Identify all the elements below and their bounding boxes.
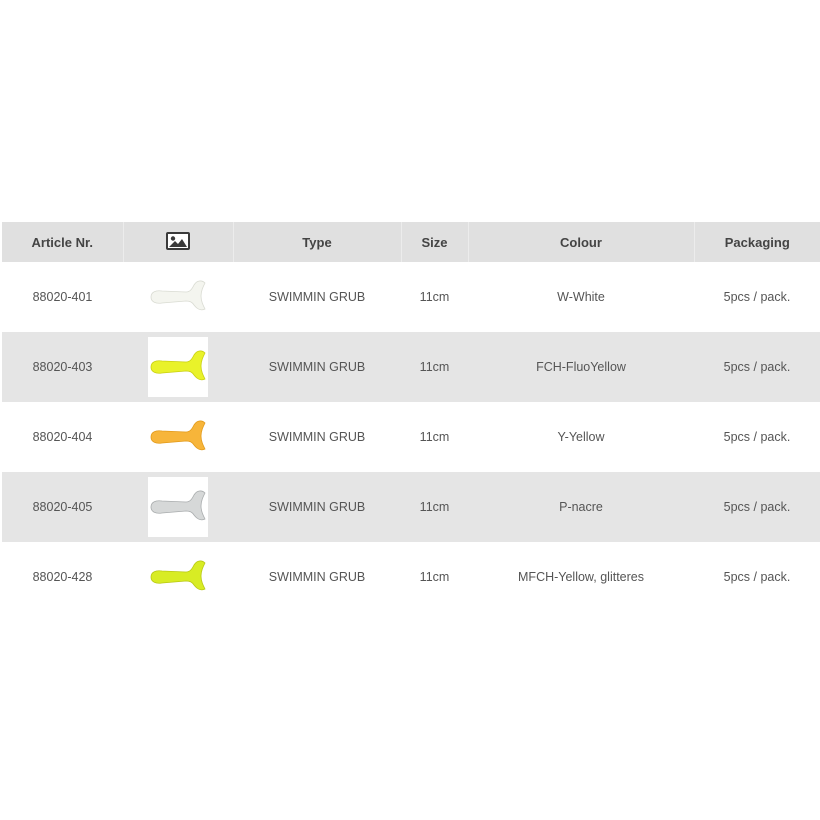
header-type[interactable]: Type [233, 222, 402, 262]
thumbnail-cell [123, 262, 233, 332]
header-colour[interactable]: Colour [468, 222, 695, 262]
header-article[interactable]: Article Nr. [2, 222, 124, 262]
product-packaging: 5pcs / pack. [723, 570, 791, 584]
table-row[interactable]: 88020-403 SWIMMIN GRUB 11cm FCH-FluoYell… [2, 332, 820, 402]
table-row[interactable]: 88020-404 SWIMMIN GRUB 11cm Y-Yellow 5pc… [2, 402, 820, 472]
product-packaging: 5pcs / pack. [723, 430, 791, 444]
product-size: 11cm [419, 290, 450, 304]
product-size: 11cm [401, 472, 468, 542]
product-packaging: 5pcs / pack. [723, 290, 791, 304]
lure-body [150, 350, 206, 381]
product-size: 11cm [419, 570, 450, 584]
product-colour: W-White [557, 290, 605, 304]
thumbnail-cell [123, 542, 233, 612]
lure-icon [150, 350, 206, 381]
product-colour: P-nacre [468, 472, 694, 542]
table-row[interactable]: 88020-428 SWIMMIN GRUB 11cm MFCH-Yellow,… [2, 542, 820, 612]
product-colour: Y-Yellow [557, 430, 605, 444]
lure-icon [150, 420, 206, 451]
lure-body [150, 490, 206, 521]
product-type: SWIMMIN GRUB [268, 290, 366, 304]
product-size: 11cm [419, 430, 450, 444]
article-number: 88020-404 [32, 430, 93, 444]
product-colour: FCH-FluoYellow [468, 332, 694, 402]
lure-thumbnail[interactable] [148, 547, 208, 607]
table-row[interactable]: 88020-405 SWIMMIN GRUB 11cm P-nacre 5pcs… [2, 472, 820, 542]
thumbnail-cell [123, 332, 233, 402]
article-number: 88020-428 [32, 570, 93, 584]
product-packaging: 5pcs / pack. [694, 332, 820, 402]
product-type: SWIMMIN GRUB [233, 472, 401, 542]
article-number: 88020-401 [32, 290, 93, 304]
lure-thumbnail[interactable] [148, 477, 208, 537]
table-row[interactable]: 88020-401 SWIMMIN GRUB 11cm W-White 5pcs… [2, 262, 820, 332]
lure-thumbnail[interactable] [148, 407, 208, 467]
lure-body [150, 560, 206, 591]
lure-body [150, 420, 206, 451]
lure-icon [150, 280, 206, 311]
product-type: SWIMMIN GRUB [233, 332, 401, 402]
product-packaging: 5pcs / pack. [694, 472, 820, 542]
article-number: 88020-405 [2, 472, 123, 542]
lure-thumbnail[interactable] [148, 267, 208, 327]
product-colour: MFCH-Yellow, glitteres [518, 570, 644, 584]
image-icon [165, 231, 191, 254]
lure-icon [150, 490, 206, 521]
product-type: SWIMMIN GRUB [268, 430, 366, 444]
lure-thumbnail[interactable] [148, 337, 208, 397]
table-header-row: Article Nr. Type Size Colour Packaging [2, 222, 820, 262]
lure-icon [150, 560, 206, 591]
header-image [123, 222, 234, 262]
thumbnail-cell [123, 472, 233, 542]
header-size[interactable]: Size [401, 222, 469, 262]
product-size: 11cm [401, 332, 468, 402]
lure-body [150, 280, 206, 311]
product-type: SWIMMIN GRUB [268, 570, 366, 584]
header-packaging[interactable]: Packaging [694, 222, 820, 262]
product-table: Article Nr. Type Size Colour Packaging 8… [2, 222, 820, 612]
article-number: 88020-403 [2, 332, 123, 402]
thumbnail-cell [123, 402, 233, 472]
